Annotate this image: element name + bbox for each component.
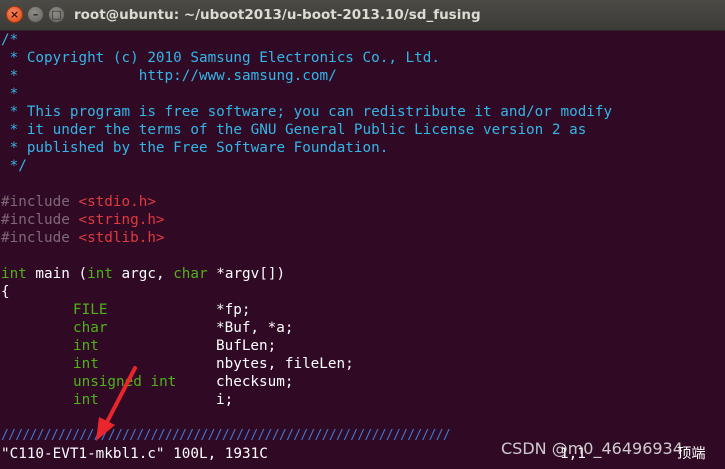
decl-name: i; <box>216 392 234 408</box>
decl-type: unsigned int <box>73 374 177 390</box>
title-bar[interactable]: × – □ root@ubuntu: ~/uboot2013/u-boot-20… <box>0 0 725 31</box>
decl-type: int <box>73 338 99 354</box>
code-line: * This program is free software; you can… <box>1 104 613 120</box>
include-file: <stdio.h> <box>78 194 156 210</box>
window-title: root@ubuntu: ~/uboot2013/u-boot-2013.10/… <box>74 7 481 23</box>
code-text: *argv[]) <box>207 266 286 282</box>
partial-line-marker: ////////////////////////////////////////… <box>1 428 451 443</box>
code-line: * it under the terms of the GNU General … <box>1 122 587 138</box>
include-file: <string.h> <box>78 212 165 228</box>
code-line: * http://www.samsung.com/ <box>1 68 337 84</box>
include-line: #include <stdio.h> <box>1 193 156 211</box>
include-line: #include <stdlib.h> <box>1 229 165 247</box>
decl-name: *fp; <box>216 302 251 318</box>
main-signature-line: int main (int argc, char *argv[]) <box>1 265 285 283</box>
terminal-window: × – □ root@ubuntu: ~/uboot2013/u-boot-20… <box>0 0 725 469</box>
code-line: { <box>1 284 10 300</box>
decl-type: int <box>73 392 99 408</box>
include-directive: #include <box>1 194 79 210</box>
maximize-button[interactable]: □ <box>48 6 65 23</box>
minimize-button[interactable]: – <box>27 6 44 23</box>
decl-type: char <box>73 320 108 336</box>
code-text: argc, <box>112 266 174 282</box>
code-line: * Copyright (c) 2010 Samsung Electronics… <box>1 50 440 66</box>
decl-name: *Buf, *a; <box>216 320 294 336</box>
code-line: * <box>1 86 19 102</box>
code-text: main ( <box>26 266 88 282</box>
include-line: #include <string.h> <box>1 211 165 229</box>
code-line: */ <box>1 158 27 174</box>
decl-name: checksum; <box>216 374 294 390</box>
decl-type: FILE <box>73 302 108 318</box>
decl-name: nbytes, fileLen; <box>216 356 354 372</box>
csdn-watermark: CSDN @m0_46496934 <box>501 439 683 458</box>
keyword: int <box>1 266 27 282</box>
vim-status-message: "C110-EVT1-mkbl1.c" 100L, 1931C <box>1 446 268 462</box>
include-directive: #include <box>1 212 79 228</box>
code-line: /* <box>1 32 19 48</box>
keyword: char <box>173 266 208 282</box>
decl-type: int <box>73 356 99 372</box>
vim-editor-area[interactable]: /* * Copyright (c) 2010 Samsung Electron… <box>0 31 725 469</box>
keyword: int <box>87 266 113 282</box>
include-file: <stdlib.h> <box>78 230 165 246</box>
code-line: * published by the Free Software Foundat… <box>1 140 389 156</box>
close-button[interactable]: × <box>6 6 23 23</box>
include-directive: #include <box>1 230 79 246</box>
decl-name: BufLen; <box>216 338 277 354</box>
